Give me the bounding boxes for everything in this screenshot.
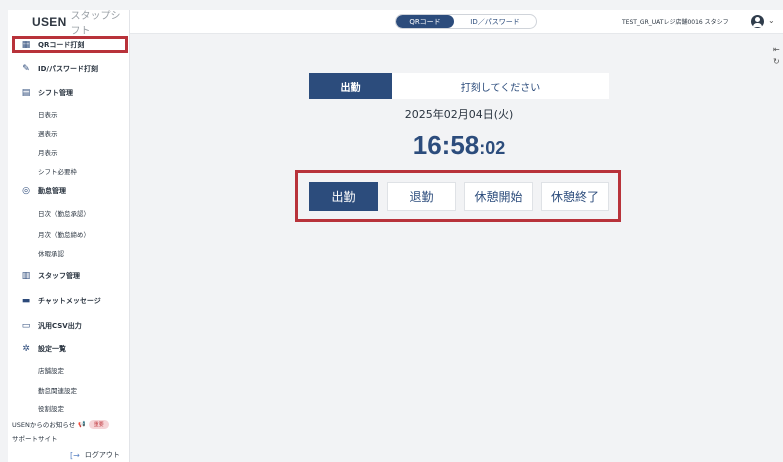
sidebar-item-label: 汎用CSV出力 [38, 321, 82, 330]
important-badge: 重要 [88, 419, 109, 429]
clock-out-button[interactable]: 退勤 [387, 182, 456, 211]
qr-highlight-box [12, 36, 128, 53]
sidebar-sub-shift-required[interactable]: シフト必要枠 [8, 161, 129, 180]
status-tabbar: 出勤 打刻してください [309, 73, 609, 99]
sidebar-item-chat[interactable]: ▬ チャットメッセージ [8, 288, 129, 313]
toggle-id-button[interactable]: ID／パスワード [454, 15, 536, 28]
news-label: USENからのお知らせ [12, 421, 76, 429]
current-status-tab: 出勤 [309, 73, 392, 99]
sidebar-item-staff[interactable]: ▥ スタッフ管理 [8, 263, 129, 288]
sidebar-item-label: チャットメッセージ [38, 296, 101, 305]
sidebar-item-label: 設定一覧 [38, 345, 66, 353]
logout-label: ログアウト [84, 451, 120, 459]
sidebar-sub-daily[interactable]: 日次（勤怠承認） [8, 202, 129, 224]
sidebar-sub-leave[interactable]: 休暇承認 [8, 243, 129, 263]
break-start-button[interactable]: 休憩開始 [464, 182, 533, 211]
check-circle-icon: ◎ [22, 186, 30, 196]
avatar-icon[interactable] [751, 15, 764, 28]
punch-prompt: 打刻してください [392, 73, 609, 99]
sidebar-item-label: 勤怠管理 [38, 187, 66, 195]
brand-name: USEN [32, 15, 67, 29]
sidebar-item-settings[interactable]: ✲ 設定一覧 [8, 338, 129, 360]
refresh-icon[interactable]: ↻ [773, 56, 780, 68]
edge-controls: ⇤ ↻ [773, 44, 780, 68]
sidebar-sub-month[interactable]: 月表示 [8, 142, 129, 161]
top-header: QRコード ID／パスワード TEST_GR_UATレジ店舗0016 スタシフ … [130, 10, 783, 34]
store-name: TEST_GR_UATレジ店舗0016 スタシフ [622, 19, 729, 26]
brand-logo: USEN スタップシフト [8, 10, 129, 37]
clock-in-button[interactable]: 出勤 [309, 182, 378, 211]
collapse-icon[interactable]: ⇤ [773, 44, 780, 56]
sidebar-item-label: シフト管理 [38, 89, 73, 97]
sidebar-sub-week[interactable]: 週表示 [8, 123, 129, 142]
break-end-button[interactable]: 休憩終了 [541, 182, 609, 211]
brand-sub: スタップシフト [70, 11, 121, 37]
punch-mode-toggle: QRコード ID／パスワード [395, 14, 537, 29]
current-time: 16:58:02 [309, 130, 609, 161]
chevron-down-icon[interactable]: ⌄ [768, 16, 775, 25]
calendar-icon: ▤ [21, 88, 31, 98]
sidebar-sub-day[interactable]: 日表示 [8, 104, 129, 123]
staff-icon: ▥ [21, 270, 31, 281]
time-seconds: :02 [479, 138, 506, 158]
sidebar-item-csv[interactable]: ▭ 汎用CSV出力 [8, 313, 129, 338]
toggle-qr-button[interactable]: QRコード [396, 15, 454, 28]
current-date: 2025年02月04日(火) [404, 108, 514, 121]
time-hours-minutes: 16:58 [412, 130, 480, 160]
sidebar-item-label: スタッフ管理 [38, 271, 80, 280]
megaphone-icon: 📢 [78, 420, 86, 428]
sidebar-item-shift[interactable]: ▤ シフト管理 [8, 82, 129, 104]
app-frame: USEN スタップシフト ▦ QRコード打刻 ✎ ID/パスワード打刻 ▤ シフ… [0, 0, 783, 462]
sidebar-item-id-password[interactable]: ✎ ID/パスワード打刻 [8, 55, 129, 82]
user-edit-icon: ✎ [22, 63, 30, 74]
sidebar: USEN スタップシフト ▦ QRコード打刻 ✎ ID/パスワード打刻 ▤ シフ… [8, 10, 130, 462]
news-link[interactable]: USENからのお知らせ 📢 重要 [8, 417, 129, 431]
logout-icon: [→ [70, 450, 80, 460]
chat-icon: ▬ [21, 295, 31, 306]
sidebar-sub-role[interactable]: 役割設定 [8, 399, 129, 417]
csv-icon: ▭ [21, 320, 31, 331]
sidebar-sub-monthly[interactable]: 月次（勤怠締め） [8, 224, 129, 243]
sidebar-sub-attendance-settings[interactable]: 勤怠関連設定 [8, 380, 129, 399]
logout-button[interactable]: [→ ログアウト [8, 445, 129, 462]
sidebar-item-label: ID/パスワード打刻 [38, 64, 98, 73]
sidebar-item-attendance[interactable]: ◎ 勤怠管理 [8, 180, 129, 202]
sidebar-sub-store[interactable]: 店舗設定 [8, 360, 129, 380]
support-link[interactable]: サポートサイト [8, 431, 129, 445]
gear-icon: ✲ [22, 344, 30, 354]
